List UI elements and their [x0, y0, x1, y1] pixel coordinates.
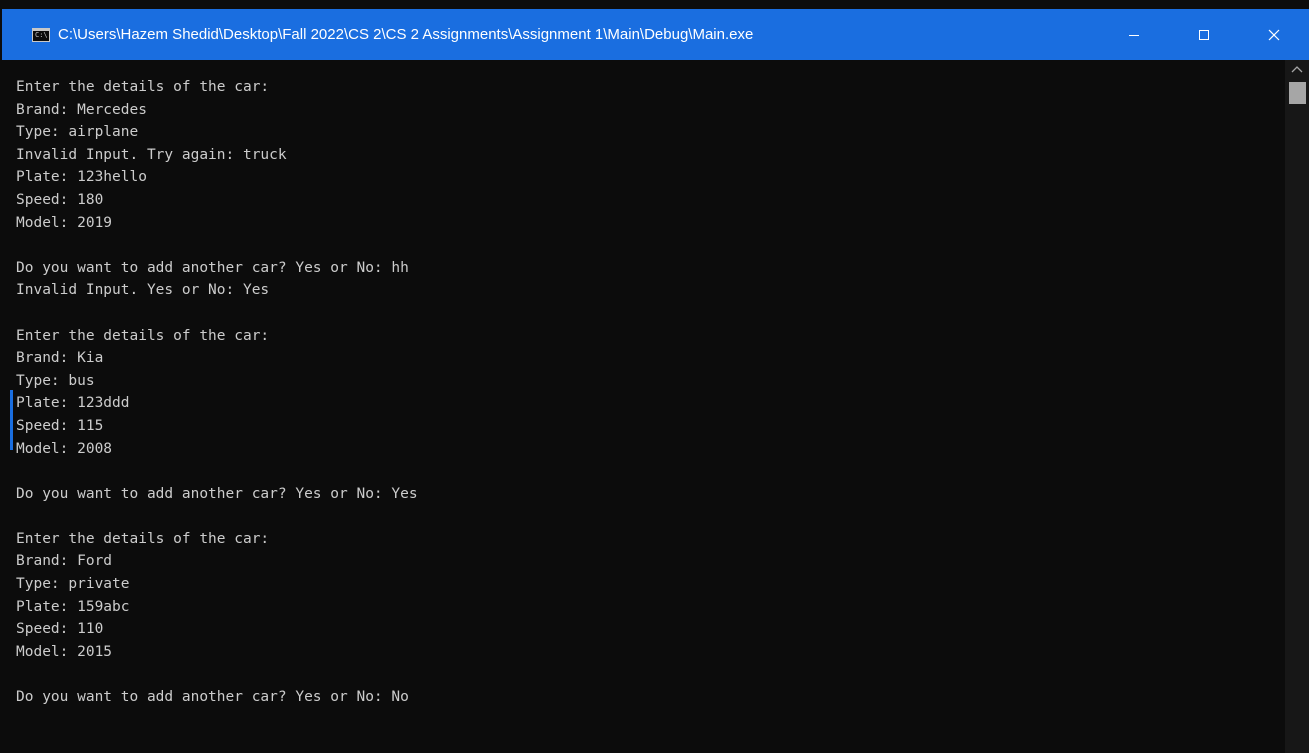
minimize-button[interactable] — [1099, 9, 1169, 60]
left-edge-accent — [10, 390, 13, 450]
console-line: Brand: Ford — [16, 553, 113, 570]
close-button[interactable] — [1239, 9, 1309, 60]
console-line: Model: 2015 — [16, 643, 113, 660]
console-line: Speed: 115 — [16, 417, 104, 434]
maximize-button[interactable] — [1169, 9, 1239, 60]
console-line: Enter the details of the car: — [16, 530, 270, 547]
console-window: C:\ C:\Users\Hazem Shedid\Desktop\Fall 2… — [0, 0, 1309, 753]
console-line: Enter the details of the car: — [16, 327, 270, 344]
vertical-scrollbar[interactable] — [1285, 60, 1309, 753]
console-line: Invalid Input. Yes or No: Yes — [16, 282, 270, 299]
console-line: Brand: Mercedes — [16, 101, 147, 118]
title-bar-active[interactable]: C:\ C:\Users\Hazem Shedid\Desktop\Fall 2… — [2, 9, 1309, 60]
console-lines: Enter the details of the car: Brand: Merc… — [16, 76, 418, 709]
console-line: Enter the details of the car: — [16, 79, 270, 95]
left-edge — [0, 60, 13, 753]
console-line: Speed: 110 — [16, 621, 104, 638]
chevron-up-icon — [1291, 66, 1303, 73]
caption-buttons — [1099, 9, 1309, 60]
scroll-up-button[interactable] — [1285, 60, 1309, 78]
console-line: Type: private — [16, 576, 130, 593]
scrollbar-thumb[interactable] — [1289, 82, 1306, 104]
console-output[interactable]: Enter the details of the car: Brand: Merc… — [0, 60, 1285, 753]
minimize-icon — [1129, 34, 1139, 36]
console-line: Plate: 159abc — [16, 598, 130, 615]
console-line: Type: airplane — [16, 124, 139, 141]
maximize-icon — [1199, 29, 1209, 40]
window-title: C:\Users\Hazem Shedid\Desktop\Fall 2022\… — [58, 26, 754, 43]
console-line: Do you want to add another car? Yes or N… — [16, 689, 409, 706]
console-line: Do you want to add another car? Yes or N… — [16, 485, 418, 502]
console-line: Plate: 123hello — [16, 169, 147, 186]
console-line: Type: bus — [16, 372, 95, 389]
console-app-icon[interactable]: C:\ — [32, 27, 50, 42]
console-line: Do you want to add another car? Yes or N… — [16, 259, 409, 276]
console-line: Invalid Input. Try again: truck — [16, 146, 287, 163]
console-line: Speed: 180 — [16, 191, 104, 208]
console-line: Plate: 123ddd — [16, 395, 130, 412]
console-line: Model: 2019 — [16, 214, 113, 231]
console-line: Brand: Kia — [16, 350, 104, 367]
close-icon — [1268, 29, 1280, 40]
title-bar[interactable]: C:\ C:\Users\Hazem Shedid\Desktop\Fall 2… — [0, 0, 1309, 68]
console-line: Model: 2008 — [16, 440, 113, 457]
